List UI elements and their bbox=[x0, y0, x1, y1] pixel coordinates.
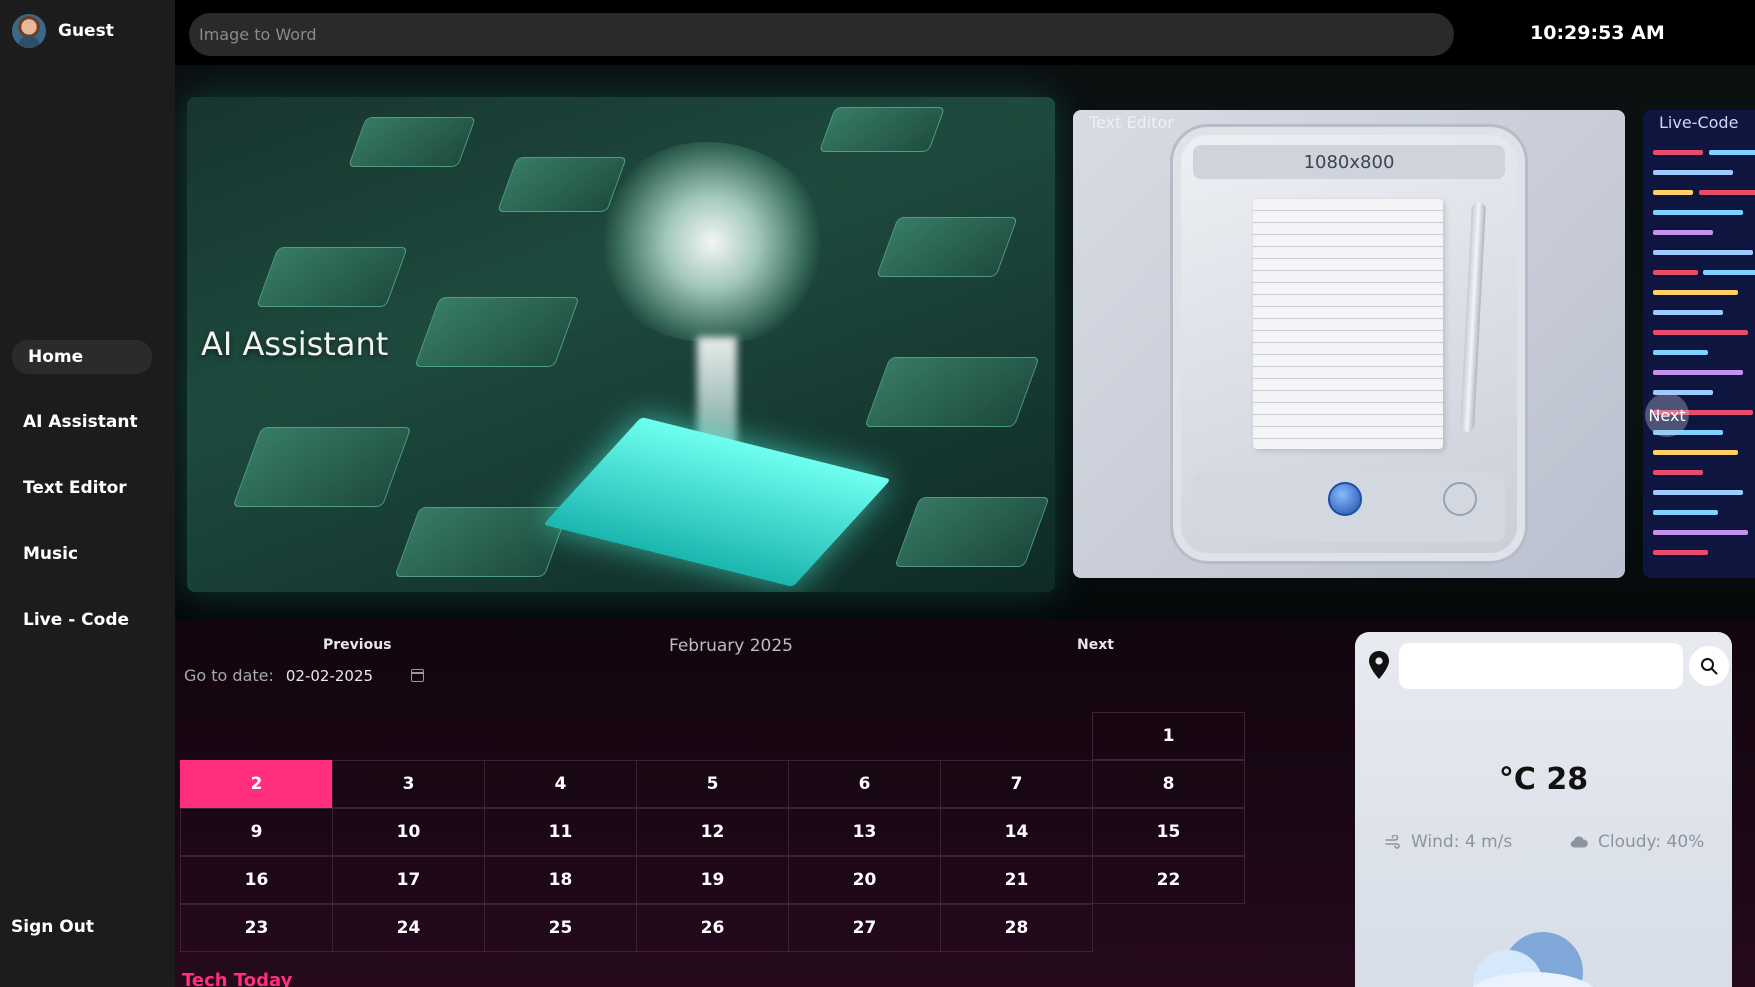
feature-carousel: AI Assistant Text Editor 1080x800 Live-C… bbox=[175, 65, 1755, 620]
tablet-dimensions: 1080x800 bbox=[1303, 151, 1395, 173]
calendar-day[interactable]: 13 bbox=[788, 808, 941, 856]
temperature: °C 28 bbox=[1498, 762, 1589, 797]
calendar-day[interactable]: 16 bbox=[180, 856, 333, 904]
calendar-day[interactable]: 25 bbox=[484, 904, 637, 952]
sidebar-item-home[interactable]: Home bbox=[12, 340, 152, 374]
carousel-next-button[interactable]: Next bbox=[1645, 393, 1689, 437]
calendar-day[interactable]: 23 bbox=[180, 904, 333, 952]
sidebar-nav: Home AI Assistant Text Editor Music Live… bbox=[12, 340, 152, 670]
calendar-day-empty bbox=[484, 712, 637, 760]
go-to-date: Go to date: 02-02-2025 bbox=[184, 666, 425, 685]
calendar-day[interactable]: 8 bbox=[1092, 760, 1245, 808]
calendar-month-title: February 2025 bbox=[669, 636, 793, 656]
clock: 10:29:53 AM bbox=[1530, 22, 1665, 44]
calendar-day[interactable]: 17 bbox=[332, 856, 485, 904]
user-profile[interactable]: Guest bbox=[12, 14, 114, 48]
brain-illustration bbox=[597, 142, 827, 342]
city-search-input[interactable] bbox=[1399, 643, 1683, 689]
calendar-next-button[interactable]: Next bbox=[1077, 637, 1114, 653]
calendar-day[interactable]: 1 bbox=[1092, 712, 1245, 760]
sidebar-item-ai-assistant[interactable]: AI Assistant bbox=[12, 406, 152, 438]
calendar-day[interactable]: 19 bbox=[636, 856, 789, 904]
wind-info: Wind: 4 m/s bbox=[1385, 832, 1512, 852]
calendar-day-empty bbox=[636, 712, 789, 760]
calendar-day[interactable]: 21 bbox=[940, 856, 1093, 904]
calendar-day[interactable]: 4 bbox=[484, 760, 637, 808]
sidebar-item-music[interactable]: Music bbox=[12, 538, 152, 570]
calendar-day[interactable]: 11 bbox=[484, 808, 637, 856]
calendar-day-empty bbox=[180, 712, 333, 760]
calendar-week: 9 10 11 12 13 14 15 bbox=[180, 808, 1251, 857]
calendar-week: 16 17 18 19 20 21 22 bbox=[180, 856, 1251, 905]
sidebar-item-text-editor[interactable]: Text Editor bbox=[12, 472, 152, 504]
calendar-day[interactable]: 12 bbox=[636, 808, 789, 856]
wind-text: Wind: 4 m/s bbox=[1411, 832, 1513, 852]
calendar-day[interactable]: 10 bbox=[332, 808, 485, 856]
dial-icon bbox=[1443, 482, 1477, 516]
calendar-day[interactable]: 24 bbox=[332, 904, 485, 952]
calendar-week: 1 bbox=[180, 712, 1251, 761]
search-icon bbox=[1701, 658, 1718, 675]
calendar-day[interactable]: 7 bbox=[940, 760, 1093, 808]
calendar-day[interactable]: 28 bbox=[940, 904, 1093, 952]
calendar-day[interactable]: 27 bbox=[788, 904, 941, 952]
location-pin-icon bbox=[1369, 651, 1389, 679]
carousel-card-label: Text Editor bbox=[1089, 113, 1174, 132]
calendar-day[interactable]: 15 bbox=[1092, 808, 1245, 856]
calendar-day-empty bbox=[940, 712, 1093, 760]
sign-out-button[interactable]: Sign Out bbox=[11, 917, 94, 937]
calendar-grid: 1 2 3 4 5 6 7 8 9 10 11 12 13 14 15 16 1… bbox=[180, 712, 1251, 953]
tablet-illustration: 1080x800 bbox=[1170, 124, 1528, 564]
weather-widget: °C 28 Wind: 4 m/s Cloudy: 40% bbox=[1355, 632, 1732, 987]
calendar-day[interactable]: 26 bbox=[636, 904, 789, 952]
calendar-previous-button[interactable]: Previous bbox=[323, 637, 392, 653]
user-name: Guest bbox=[58, 21, 114, 41]
calendar-day[interactable]: 18 bbox=[484, 856, 637, 904]
sidebar-item-live-code[interactable]: Live - Code bbox=[12, 604, 152, 636]
carousel-card-live-code[interactable]: Live-Code bbox=[1643, 110, 1755, 578]
carousel-card-label: Live-Code bbox=[1659, 113, 1739, 132]
calendar-day[interactable]: 3 bbox=[332, 760, 485, 808]
search-input[interactable] bbox=[199, 25, 1444, 44]
calendar-day[interactable]: 14 bbox=[940, 808, 1093, 856]
weather-cloud-icon bbox=[1463, 932, 1603, 987]
calendar-day-empty bbox=[788, 712, 941, 760]
carousel-card-text-editor[interactable]: Text Editor 1080x800 bbox=[1073, 110, 1625, 578]
go-to-date-label: Go to date: bbox=[184, 666, 274, 685]
calendar-day[interactable]: 5 bbox=[636, 760, 789, 808]
calendar-day-today[interactable]: 2 bbox=[180, 760, 333, 808]
cloudiness-text: Cloudy: 40% bbox=[1598, 832, 1705, 852]
calendar-week: 2 3 4 5 6 7 8 bbox=[180, 760, 1251, 809]
calendar-day[interactable]: 6 bbox=[788, 760, 941, 808]
paper-illustration bbox=[1253, 199, 1443, 449]
go-to-date-input[interactable]: 02-02-2025 bbox=[286, 667, 373, 685]
calendar-day[interactable]: 9 bbox=[180, 808, 333, 856]
calendar-picker-icon[interactable] bbox=[411, 669, 425, 682]
sidebar: Guest Home AI Assistant Text Editor Musi… bbox=[0, 0, 175, 987]
blue-knob-icon bbox=[1328, 482, 1362, 516]
pen-illustration bbox=[1459, 201, 1487, 433]
weather-search-button[interactable] bbox=[1689, 646, 1729, 686]
calendar-day-empty bbox=[332, 712, 485, 760]
app-root: Guest Home AI Assistant Text Editor Musi… bbox=[0, 0, 1755, 987]
calendar-week: 23 24 25 26 27 28 bbox=[180, 904, 1251, 953]
cloudiness-info: Cloudy: 40% bbox=[1570, 832, 1704, 852]
carousel-card-title: AI Assistant bbox=[201, 325, 389, 363]
cloud-icon bbox=[1570, 836, 1588, 848]
calendar-day[interactable]: 22 bbox=[1092, 856, 1245, 904]
tech-today-heading: Tech Today bbox=[182, 970, 293, 987]
search-bar[interactable] bbox=[189, 13, 1454, 56]
calendar-day-empty bbox=[1092, 904, 1245, 952]
carousel-card-ai-assistant[interactable]: AI Assistant bbox=[187, 97, 1055, 592]
wind-icon bbox=[1385, 835, 1400, 849]
tablet-title-bar: 1080x800 bbox=[1193, 145, 1505, 179]
avatar bbox=[12, 14, 46, 48]
calendar-day[interactable]: 20 bbox=[788, 856, 941, 904]
chip-platform bbox=[543, 417, 891, 587]
